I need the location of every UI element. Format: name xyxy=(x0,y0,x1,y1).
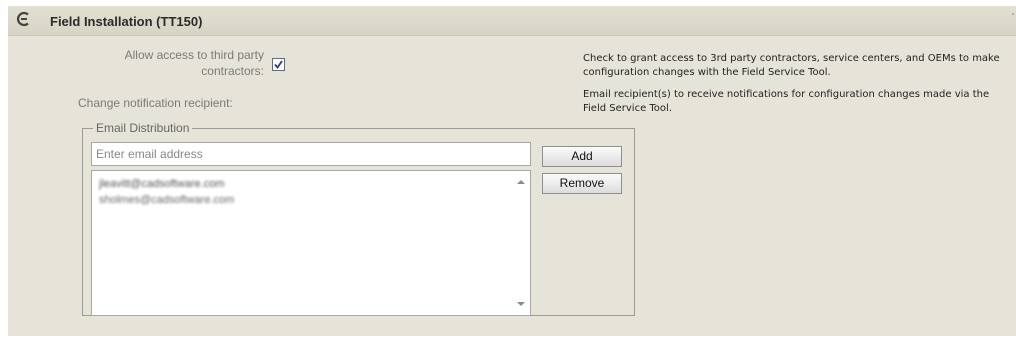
third-party-access-checkbox[interactable] xyxy=(272,58,285,71)
list-item[interactable]: jleavitt@cadsoftware.com xyxy=(99,178,225,190)
header-corner-mark: ' xyxy=(1012,12,1014,23)
notify-help-text: Email recipient(s) to receive notificati… xyxy=(583,89,990,114)
access-label: Allow access to third party contractors: xyxy=(124,48,264,78)
collapse-minus-icon[interactable] xyxy=(16,11,32,27)
email-recipient-list[interactable]: jleavitt@cadsoftware.com sholmes@cadsoft… xyxy=(91,170,531,316)
panel-header: Field Installation (TT150) ' xyxy=(8,6,1016,36)
checkmark-icon xyxy=(274,60,283,69)
access-help-text: Check to grant access to 3rd party contr… xyxy=(583,53,1000,78)
list-scrollbar[interactable] xyxy=(513,172,529,314)
scroll-down-arrow-icon[interactable] xyxy=(517,302,525,306)
notification-recipient-label: Change notification recipient: xyxy=(78,96,233,110)
panel-title: Field Installation (TT150) xyxy=(50,14,203,29)
list-item[interactable]: sholmes@cadsoftware.com xyxy=(99,194,234,206)
email-address-input[interactable] xyxy=(91,142,531,166)
add-button[interactable]: Add xyxy=(542,146,622,167)
email-distribution-legend: Email Distribution xyxy=(93,121,193,135)
remove-button[interactable]: Remove xyxy=(542,173,622,194)
scroll-up-arrow-icon[interactable] xyxy=(517,180,525,184)
